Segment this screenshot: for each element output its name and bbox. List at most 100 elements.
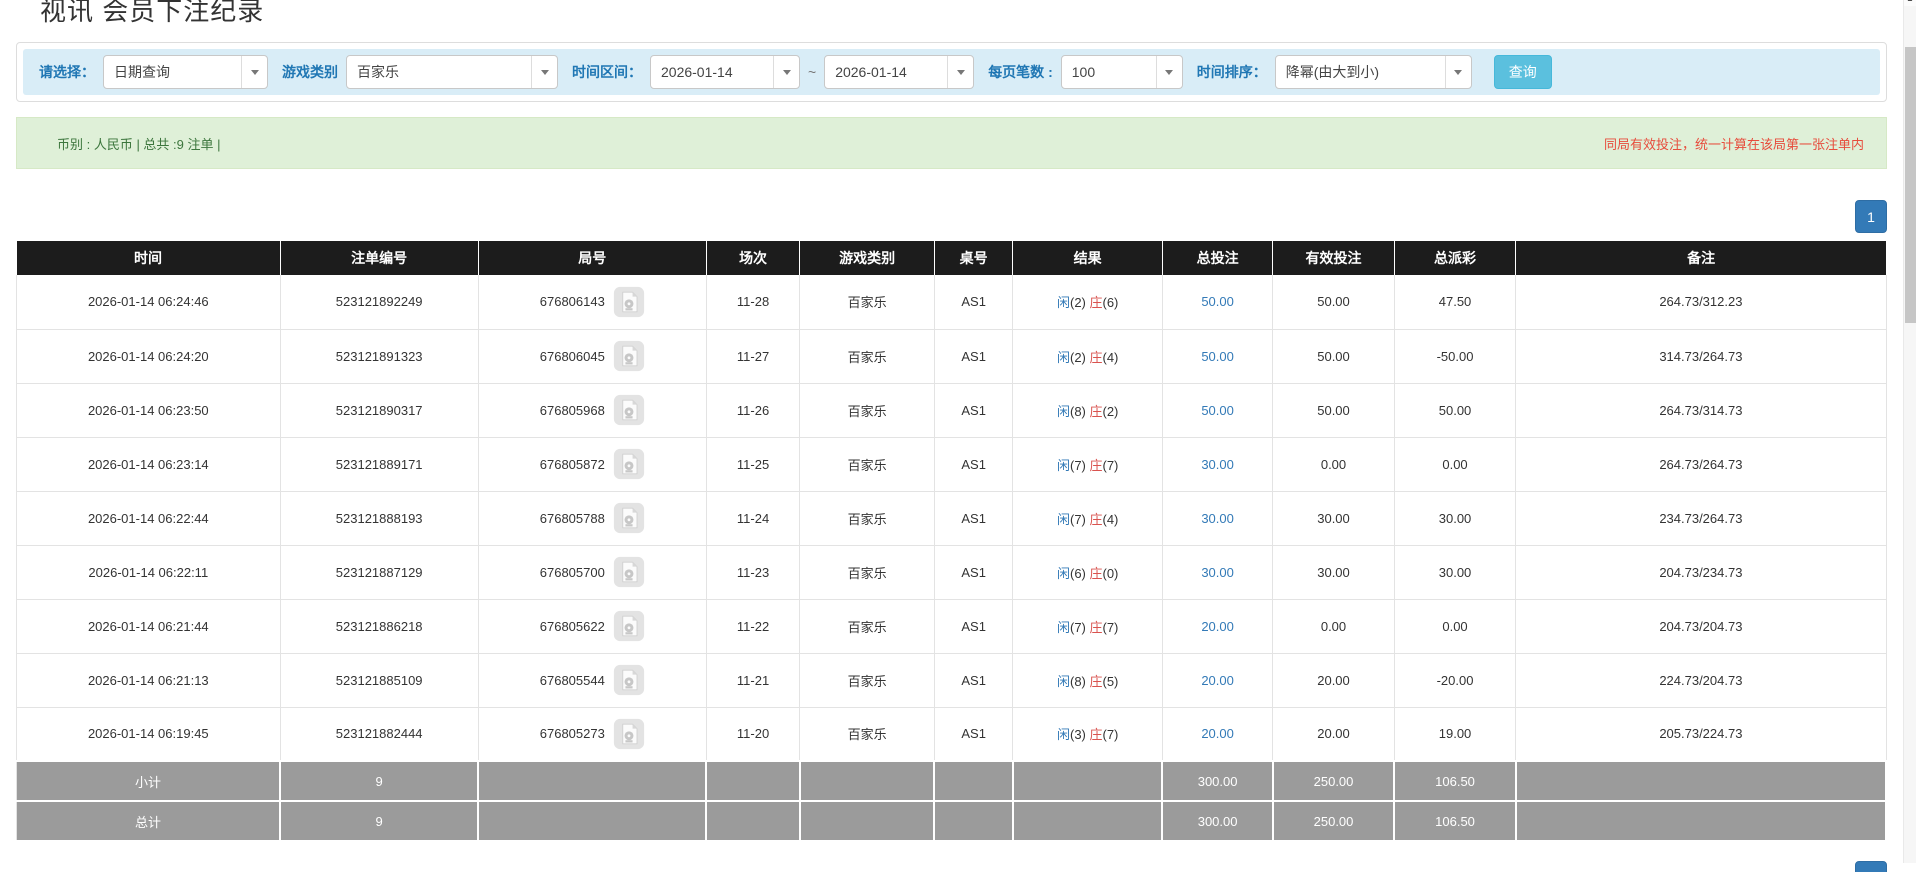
player-label: 闲 [1056,295,1070,311]
remark-cell: 264.73/264.73 [1515,437,1887,492]
banker-label: 庄 [1089,511,1103,527]
session-cell: 11-24 [706,491,801,546]
table-number-cell: AS1 [934,653,1014,708]
payout-cell: 19.00 [1394,707,1517,762]
chevron-down-icon [947,56,973,88]
remark-cell: 234.73/264.73 [1515,491,1887,546]
column-header-10: 备注 [1515,241,1886,275]
filter-bar: 请选择： 日期查询 游戏类别 百家乐 时间区间： 2026-01-14 ~ 20… [23,49,1880,95]
total-bet-link[interactable]: 20.00 [1201,726,1234,741]
game-type-cell: 百家乐 [799,599,935,654]
column-header-0: 时间 [16,241,281,275]
page-title: 视讯 会员下注纪录 [40,0,265,26]
video-replay-icon[interactable] [613,394,645,426]
date-from-value: 2026-01-14 [661,64,733,80]
total-bet-link[interactable]: 20.00 [1201,619,1234,634]
column-header-3: 场次 [706,241,801,275]
total-bet-cell: 20.00 [1162,653,1274,708]
time-cell: 2026-01-14 06:22:11 [16,545,281,600]
scroll-up-icon[interactable]: ▲ [1904,0,1916,6]
result-cell: 闲(2) 庄(6) [1012,275,1163,330]
total-bet-link[interactable]: 20.00 [1201,673,1234,688]
player-score: (8) [1069,673,1090,689]
round-id: 676805273 [539,726,605,742]
result-cell: 闲(7) 庄(7) [1012,437,1163,492]
player-label: 闲 [1056,727,1070,743]
page: 视讯 会员下注纪录 请选择： 日期查询 游戏类别 百家乐 时间区间： 2026-… [0,0,1903,872]
query-button[interactable]: 查询 [1493,55,1552,89]
time-cell: 2026-01-14 06:19:45 [16,707,281,762]
round-id-cell: 676805788 [478,491,707,546]
filter-panel: 请选择： 日期查询 游戏类别 百家乐 时间区间： 2026-01-14 ~ 20… [16,42,1887,102]
time-cell: 2026-01-14 06:23:14 [16,437,281,492]
total-row: 总计 9 300.00 250.00 106.50 [16,800,1888,842]
banker-label: 庄 [1089,349,1103,365]
total-bet-link[interactable]: 50.00 [1201,349,1234,364]
bet-id-cell: 523121888193 [280,491,479,546]
page-1-button-bottom[interactable]: 1 [1855,861,1887,872]
video-replay-icon[interactable] [613,286,645,318]
round-id: 676805700 [539,564,605,580]
total-bet-link[interactable]: 30.00 [1201,565,1234,580]
total-bet-cell: 20.00 [1162,599,1274,654]
video-replay-icon[interactable] [613,340,645,372]
video-replay-icon[interactable] [613,610,645,642]
total-bet-cell: 50.00 [1162,275,1274,330]
result-cell: 闲(8) 庄(5) [1012,653,1163,708]
banker-score: (7) [1102,457,1119,473]
player-label: 闲 [1056,349,1070,365]
same-round-note: 同局有效投注，统一计算在该局第一张注单内 [1603,136,1864,152]
table-number-cell: AS1 [934,599,1014,654]
total-label: 总计 [16,800,282,842]
player-score: (8) [1069,403,1090,419]
round-id-cell: 676805968 [478,383,707,438]
currency-total-text: 币别 : 人民币 | 总共 :9 注单 | [57,136,221,152]
result-cell: 闲(6) 庄(0) [1012,545,1163,600]
video-replay-icon[interactable] [613,718,645,750]
total-bet-link[interactable]: 50.00 [1201,294,1234,309]
column-header-4: 游戏类别 [799,241,935,275]
scrollbar-thumb[interactable] [1905,47,1916,323]
pagination-bottom: 1 [16,861,1887,872]
video-replay-icon[interactable] [613,502,645,534]
player-score: (2) [1069,349,1090,365]
column-header-5: 桌号 [934,241,1014,275]
table-header-row: 时间 注单编号 局号 场次 游戏类别 桌号 结果 总投注 有效投注 总派彩 备注 [16,241,1886,275]
valid-bet-cell: 30.00 [1272,491,1395,546]
total-bet-cell: 50.00 [1162,383,1274,438]
banker-score: (5) [1102,673,1119,689]
vertical-scrollbar[interactable]: ▲ [1903,0,1916,863]
total-bet-link[interactable]: 50.00 [1201,403,1234,418]
query-type-label: 请选择： [39,64,95,80]
player-label: 闲 [1056,403,1070,419]
pagination-top: 1 [16,200,1887,233]
page-1-button[interactable]: 1 [1855,200,1887,233]
game-type-cell: 百家乐 [799,329,935,384]
round-id: 676806143 [539,294,605,310]
total-bet-link[interactable]: 30.00 [1201,457,1234,472]
video-replay-icon[interactable] [613,664,645,696]
game-type-select[interactable]: 百家乐 [346,55,558,89]
column-header-9: 总派彩 [1394,241,1517,275]
player-score: (2) [1069,295,1090,311]
result-cell: 闲(7) 庄(7) [1012,599,1163,654]
time-cell: 2026-01-14 06:21:44 [16,599,281,654]
valid-bet-cell: 0.00 [1272,437,1395,492]
payout-cell: 30.00 [1394,491,1517,546]
player-score: (7) [1069,457,1090,473]
query-type-select[interactable]: 日期查询 [103,55,268,89]
total-bet-link[interactable]: 30.00 [1201,511,1234,526]
sort-select[interactable]: 降幂(由大到小) [1274,55,1472,89]
total-bet-cell: 30.00 [1162,545,1274,600]
page-size-select[interactable]: 100 [1060,55,1183,89]
total-bet-cell: 50.00 [1162,329,1274,384]
table-number-cell: AS1 [934,383,1014,438]
subtotal-count: 9 [279,760,480,802]
date-from-select[interactable]: 2026-01-14 [650,55,800,89]
payout-cell: 50.00 [1394,383,1517,438]
video-replay-icon[interactable] [613,556,645,588]
date-to-value: 2026-01-14 [835,64,907,80]
video-replay-icon[interactable] [613,448,645,480]
date-to-select[interactable]: 2026-01-14 [824,55,975,89]
player-score: (7) [1069,511,1090,527]
